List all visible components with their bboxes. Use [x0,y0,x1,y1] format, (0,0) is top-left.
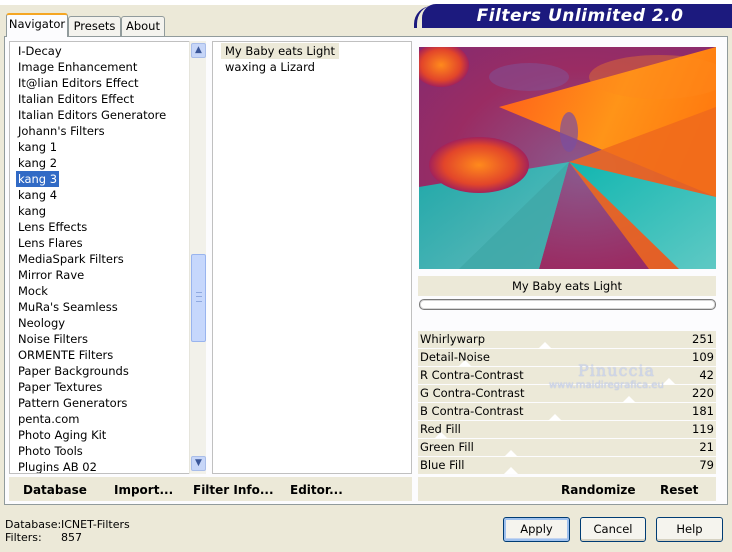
category-item[interactable]: Italian Editors Generatore [16,107,168,123]
category-item[interactable]: MuRa's Seamless [16,299,120,315]
scroll-down-button[interactable]: ▼ [191,456,206,471]
slider-green-fill[interactable]: Green Fill 21 [418,432,716,456]
category-item[interactable]: kang [16,203,48,219]
category-item[interactable]: Mock [16,283,50,299]
scroll-thumb[interactable] [191,254,206,342]
slider-b-contra-contrast[interactable]: B Contra-Contrast 181 [418,396,716,420]
reset-button[interactable]: Reset [660,482,698,498]
filters-count: 857 [61,531,82,544]
slider-label: Whirlywarp [420,332,486,346]
filters-label: Filters: [5,531,42,544]
slider-red-fill[interactable]: Red Fill 119 [418,414,716,438]
randomize-button[interactable]: Randomize [561,482,635,498]
tab-navigator[interactable]: Navigator [6,13,68,37]
progress-bar [419,299,716,310]
filter-list[interactable]: My Baby eats Light waxing a Lizard [212,41,412,474]
category-item-selected[interactable]: kang 3 [16,171,60,187]
category-item[interactable]: penta.com [16,411,81,427]
category-item[interactable]: Pattern Generators [16,395,129,411]
category-item[interactable]: Photo Aging Kit [16,427,108,443]
category-item[interactable]: ORMENTE Filters [16,347,115,363]
slider-thumb[interactable] [504,467,518,474]
category-item[interactable]: I-Decay [16,43,64,59]
database-value: ICNET-Filters [61,518,130,531]
category-item[interactable]: Image Enhancement [16,59,139,75]
slider-thumb[interactable] [662,378,676,385]
category-item[interactable]: Noise Filters [16,331,90,347]
slider-value: 109 [692,350,714,364]
editor-button[interactable]: Editor... [290,482,343,498]
tab-about[interactable]: About [121,16,165,36]
watermark-name: Pinuccia [578,361,656,380]
slider-thumb[interactable] [504,450,518,457]
preview-image [419,47,716,269]
category-item[interactable]: Italian Editors Effect [16,91,136,107]
slider-label: R Contra-Contrast [420,368,524,382]
category-list[interactable]: I-Decay Image Enhancement It@lian Editor… [9,41,206,474]
category-item[interactable]: Paper Backgrounds [16,363,131,379]
slider-value: 42 [699,368,714,382]
preview-filter-name: My Baby eats Light [418,276,716,296]
slider-value: 119 [692,422,714,436]
slider-thumb[interactable] [622,396,636,403]
slider-thumb[interactable] [434,432,448,439]
database-label: Database: [5,518,62,531]
filter-item[interactable]: waxing a Lizard [221,59,319,75]
slider-value: 220 [692,386,714,400]
category-item[interactable]: Lens Flares [16,235,85,251]
slider-thumb[interactable] [548,414,562,421]
category-item[interactable]: MediaSpark Filters [16,251,126,267]
slider-value: 21 [699,440,714,454]
slider-thumb[interactable] [538,342,552,349]
slider-value: 181 [692,404,714,418]
help-button[interactable]: Help [656,517,723,542]
apply-button[interactable]: Apply [503,517,570,542]
slider-label: B Contra-Contrast [420,404,524,418]
preview-art [419,47,716,269]
slider-thumb[interactable] [458,360,472,367]
category-item[interactable]: Neology [16,315,67,331]
banner-title: Filters Unlimited 2.0 [476,6,684,26]
filter-item-selected[interactable]: My Baby eats Light [221,43,340,59]
cancel-button[interactable]: Cancel [580,517,646,542]
database-button[interactable]: Database [23,482,87,498]
slider-label: G Contra-Contrast [420,386,525,400]
slider-label: Blue Fill [420,458,465,472]
category-item[interactable]: Plugins AB 02 [16,459,99,473]
slider-blue-fill[interactable]: Blue Fill 79 [418,450,716,474]
scroll-grip-icon [196,292,202,302]
slider-value: 251 [692,332,714,346]
category-item[interactable]: kang 1 [16,139,59,155]
slider-value: 79 [699,458,714,472]
category-item[interactable]: It@lian Editors Effect [16,75,141,91]
filter-info-button[interactable]: Filter Info... [193,482,274,498]
import-button[interactable]: Import... [114,482,173,498]
category-item[interactable]: Lens Effects [16,219,89,235]
category-item[interactable]: Paper Textures [16,379,104,395]
tab-presets[interactable]: Presets [68,16,121,36]
category-item[interactable]: Mirror Rave [16,267,86,283]
slider-label: Detail-Noise [420,350,490,364]
slider-whirlywarp[interactable]: Whirlywarp 251 [418,331,716,348]
category-item[interactable]: kang 2 [16,155,59,171]
category-scrollbar[interactable]: ▲ ▼ [189,41,206,474]
category-item[interactable]: Photo Tools [16,443,85,459]
category-item[interactable]: kang 4 [16,187,59,203]
watermark-site: www.maidiregrafica.eu [549,380,664,391]
slider-label: Green Fill [420,440,474,454]
category-item[interactable]: Johann's Filters [16,123,107,139]
scroll-up-button[interactable]: ▲ [191,43,206,58]
